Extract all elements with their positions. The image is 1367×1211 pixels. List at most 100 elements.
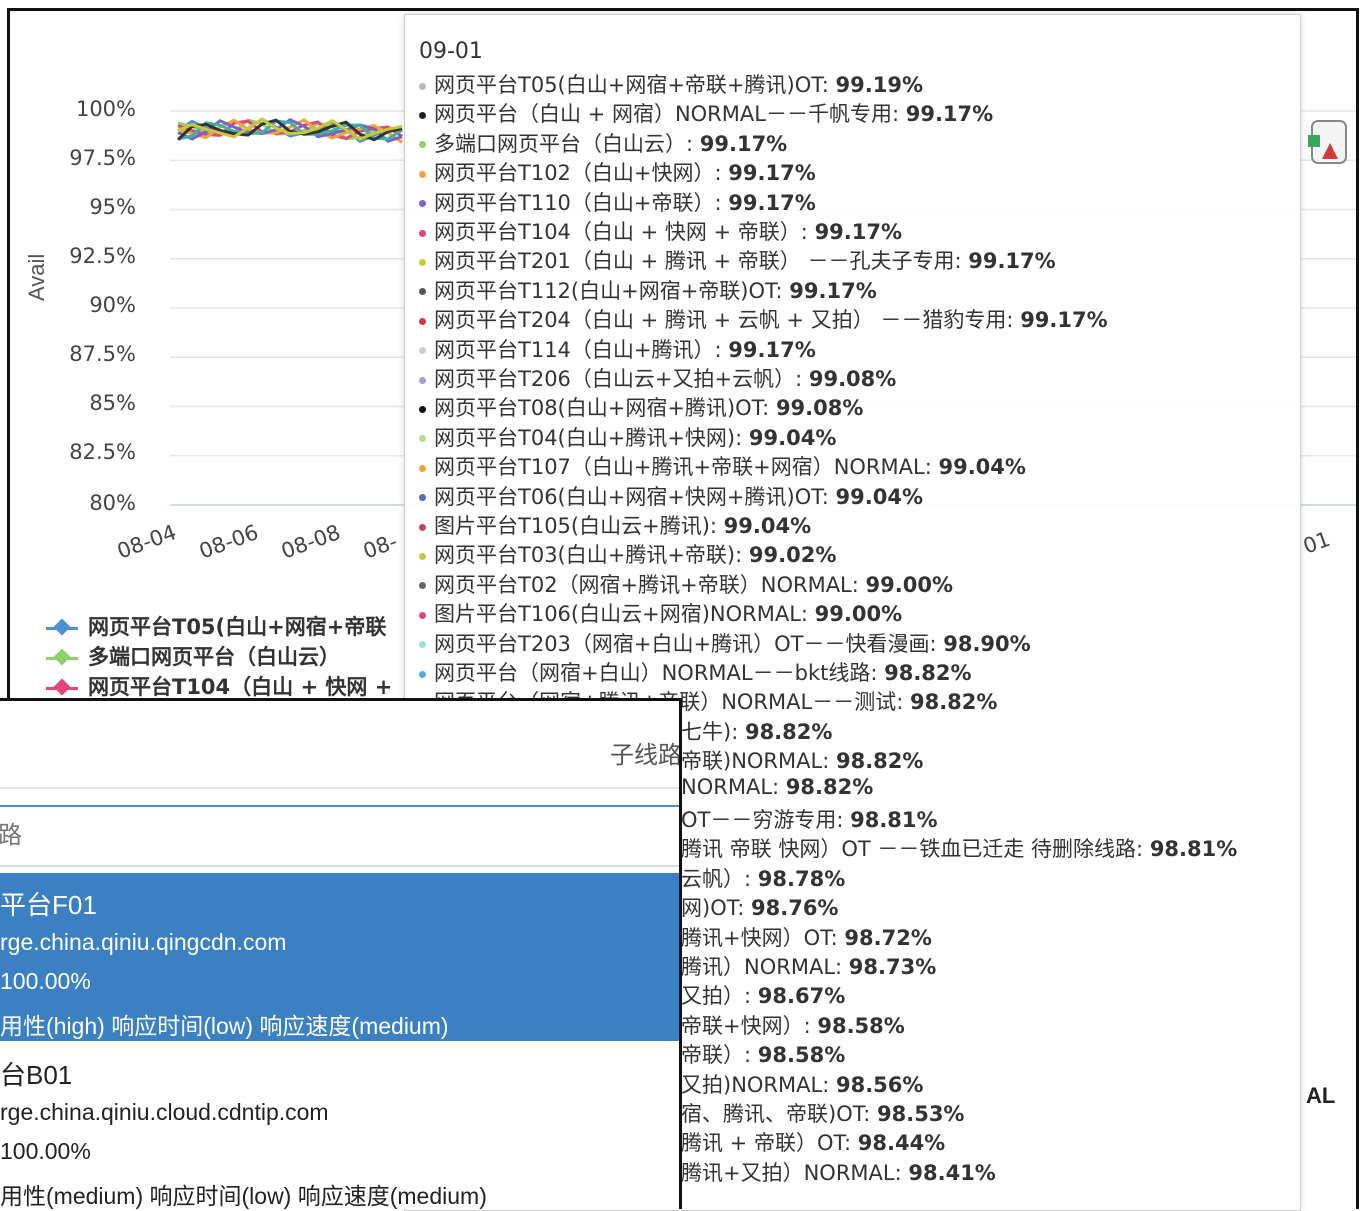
tooltip-row: 腾讯 帝联 快网）OT －－铁血已迁走 待删除线路: 98.81% (681, 833, 1237, 862)
tooltip-row: 网页平台T104（白山 + 快网 + 帝联）: 99.17% (419, 216, 902, 245)
series-value: 98.81% (1149, 837, 1238, 862)
tooltip-row: 图片平台T106(白山云+网宿)NORMAL: 99.00% (419, 598, 902, 627)
series-value: 99.04% (723, 514, 812, 538)
series-value: 98.82% (884, 661, 972, 685)
series-dot-icon (419, 435, 426, 443)
series-dot-icon (419, 582, 426, 590)
tooltip-row: 图片平台T105(白山云+腾讯): 99.04% (419, 510, 811, 539)
series-name: 又拍）: (681, 984, 758, 1009)
line-availability: 100.00% (0, 1138, 91, 1164)
tooltip-row: 网)OT: 98.76% (681, 892, 838, 921)
line-name: 台B01 (0, 1060, 73, 1090)
series-name: 帝联）: (681, 1043, 758, 1068)
y-tick-label: 87.5% (69, 342, 136, 366)
series-name: 图片平台T105(白山云+腾讯): (434, 514, 724, 538)
tooltip-row: 帝联)NORMAL: 98.82% (681, 745, 923, 774)
series-name: 帝联)NORMAL: (681, 749, 836, 774)
series-name: 腾讯 + 帝联）OT: (681, 1131, 858, 1156)
series-value: 99.17% (814, 220, 903, 244)
list-item[interactable]: 平台F01 rge.china.qiniu.qingcdn.com 100.00… (0, 873, 679, 1041)
tooltip-row: 网页平台T05(白山+网宿+帝联+腾讯)OT: 99.19% (419, 69, 923, 98)
series-name: 网页平台T201（白山 + 腾讯 + 帝联） －－孔夫子专用: (434, 249, 969, 274)
y-tick-label: 85% (89, 391, 136, 415)
series-value: 99.04% (835, 484, 923, 509)
series-value: 99.08% (808, 367, 897, 391)
tooltip-row: 又拍）: 98.67% (681, 980, 845, 1009)
series-dot-icon (419, 200, 426, 208)
legend-label: 多端口网页平台（白山云） (88, 645, 340, 669)
list-item[interactable]: 台B01 rge.china.qiniu.cloud.cdntip.com 10… (0, 1043, 679, 1209)
series-dot-icon (419, 670, 426, 678)
series-dot-icon (419, 317, 426, 325)
chart-export-icon[interactable] (1308, 115, 1352, 169)
panel-header: 子线路 (0, 701, 679, 789)
series-name: 图片平台T106(白山云+网宿)NORMAL: (434, 602, 815, 627)
series-value: 99.17% (905, 102, 994, 127)
series-name: 帝联+快网）: (681, 1013, 818, 1038)
sub-line-panel: 子线路 平台F01 rge.china.qiniu.qingcdn.com 10… (0, 698, 682, 1209)
series-value: 98.76% (751, 896, 839, 921)
series-value: 98.44% (857, 1131, 946, 1156)
series-name: 网页平台T08(白山+网宿+腾讯)OT: (434, 396, 776, 421)
series-dot-icon (419, 641, 426, 649)
series-value: 98.58% (757, 1043, 846, 1068)
series-value: 99.17% (968, 249, 1056, 274)
line-tags: 用性(high) 响应时间(low) 响应速度(medium) (0, 1013, 449, 1039)
tooltip-date: 09-01 (419, 39, 483, 64)
legend-label: 网页平台T104（白山 + 快网 + (88, 675, 393, 699)
series-dot-icon (419, 288, 426, 296)
series-value: 99.17% (728, 190, 816, 215)
tooltip-row: 腾讯）NORMAL: 98.73% (681, 951, 936, 980)
series-name: 网页平台T114（白山+腾讯）: (434, 337, 729, 362)
series-value: 99.19% (835, 73, 923, 97)
series-name: 宿、腾讯、帝联)OT: (681, 1102, 877, 1126)
tooltip-row: 网页平台T110（白山+帝联）: 99.17% (419, 187, 816, 216)
series-dot-icon (419, 611, 426, 619)
legend-marker-icon (46, 683, 78, 693)
series-name: 腾讯+快网）OT: (681, 925, 845, 950)
series-value: 98.78% (757, 866, 846, 891)
series-value: 99.17% (728, 337, 816, 362)
series-name: 网页平台T204（白山 + 腾讯 + 云帆 + 又拍） －－猎豹专用: (434, 308, 1021, 333)
series-value: 98.82% (744, 719, 833, 744)
series-value: 98.56% (835, 1072, 924, 1097)
tooltip-row: 腾讯 + 帝联）OT: 98.44% (681, 1127, 945, 1156)
tooltip-row: 网页平台T206（白山云+又拍+云帆）: 99.08% (419, 363, 896, 392)
series-name: 腾讯）NORMAL: (681, 955, 849, 979)
legend-item[interactable]: 网页平台T104（白山 + 快网 + (46, 671, 392, 701)
y-tick-label: 100% (75, 97, 136, 121)
tooltip-row: 网页平台T02（网宿+腾讯+帝联）NORMAL: 99.00% (419, 569, 953, 598)
series-name: 网页平台T112(白山+网宿+帝联)OT: (434, 278, 790, 303)
tooltip-row: 帝联）: 98.58% (681, 1039, 845, 1068)
y-tick-label: 95% (89, 195, 136, 219)
series-value: 98.82% (785, 774, 874, 799)
series-name: 腾讯+又拍）NORMAL: (681, 1160, 909, 1185)
tooltip-row: OT－－穷游专用: 98.81% (681, 804, 938, 833)
series-dot-icon (419, 141, 426, 149)
legend-item[interactable]: 网页平台T05(白山+网宿+帝联 (46, 611, 386, 641)
series-dot-icon (419, 229, 426, 237)
tooltip-row: 云帆）: 98.78% (681, 863, 845, 892)
y-tick-label: 80% (89, 491, 136, 515)
search-input[interactable] (0, 805, 679, 867)
tooltip-row: NORMAL: 98.82% (681, 775, 873, 804)
tooltip-row: 网页平台T04(白山+腾讯+快网): 99.04% (419, 422, 836, 451)
tooltip-row: 网页平台T112(白山+网宿+帝联)OT: 99.17% (419, 275, 877, 304)
tooltip-row: 网页平台（网宿+白山）NORMAL－－bkt线路: 98.82% (419, 657, 972, 686)
tooltip-row: 宿、腾讯、帝联)OT: 98.53% (681, 1098, 964, 1127)
series-name: 网)OT: (681, 896, 751, 921)
series-value: 99.08% (775, 396, 864, 421)
series-name: 网页平台T203（网宿+白山+腾讯）OT－－快看漫画: (434, 631, 944, 656)
series-value: 98.58% (817, 1013, 905, 1038)
legend-item[interactable]: 多端口网页平台（白山云） (46, 641, 340, 671)
series-name: NORMAL: (681, 774, 786, 799)
tooltip-row: 网页平台T114（白山+腾讯）: 99.17% (419, 334, 816, 363)
series-name: 多端口网页平台（白山云）: (434, 131, 700, 156)
y-tick-label: 92.5% (69, 244, 136, 268)
tooltip-row: 网页平台T107（白山+腾讯+帝联+网宿）NORMAL: 99.04% (419, 451, 1026, 480)
series-value: 99.17% (789, 278, 877, 303)
tooltip-row: 腾讯+又拍）NORMAL: 98.41% (681, 1157, 996, 1186)
series-dot-icon (419, 170, 426, 178)
tooltip-row: 七牛): 98.82% (681, 716, 832, 745)
series-dot-icon (419, 405, 426, 413)
